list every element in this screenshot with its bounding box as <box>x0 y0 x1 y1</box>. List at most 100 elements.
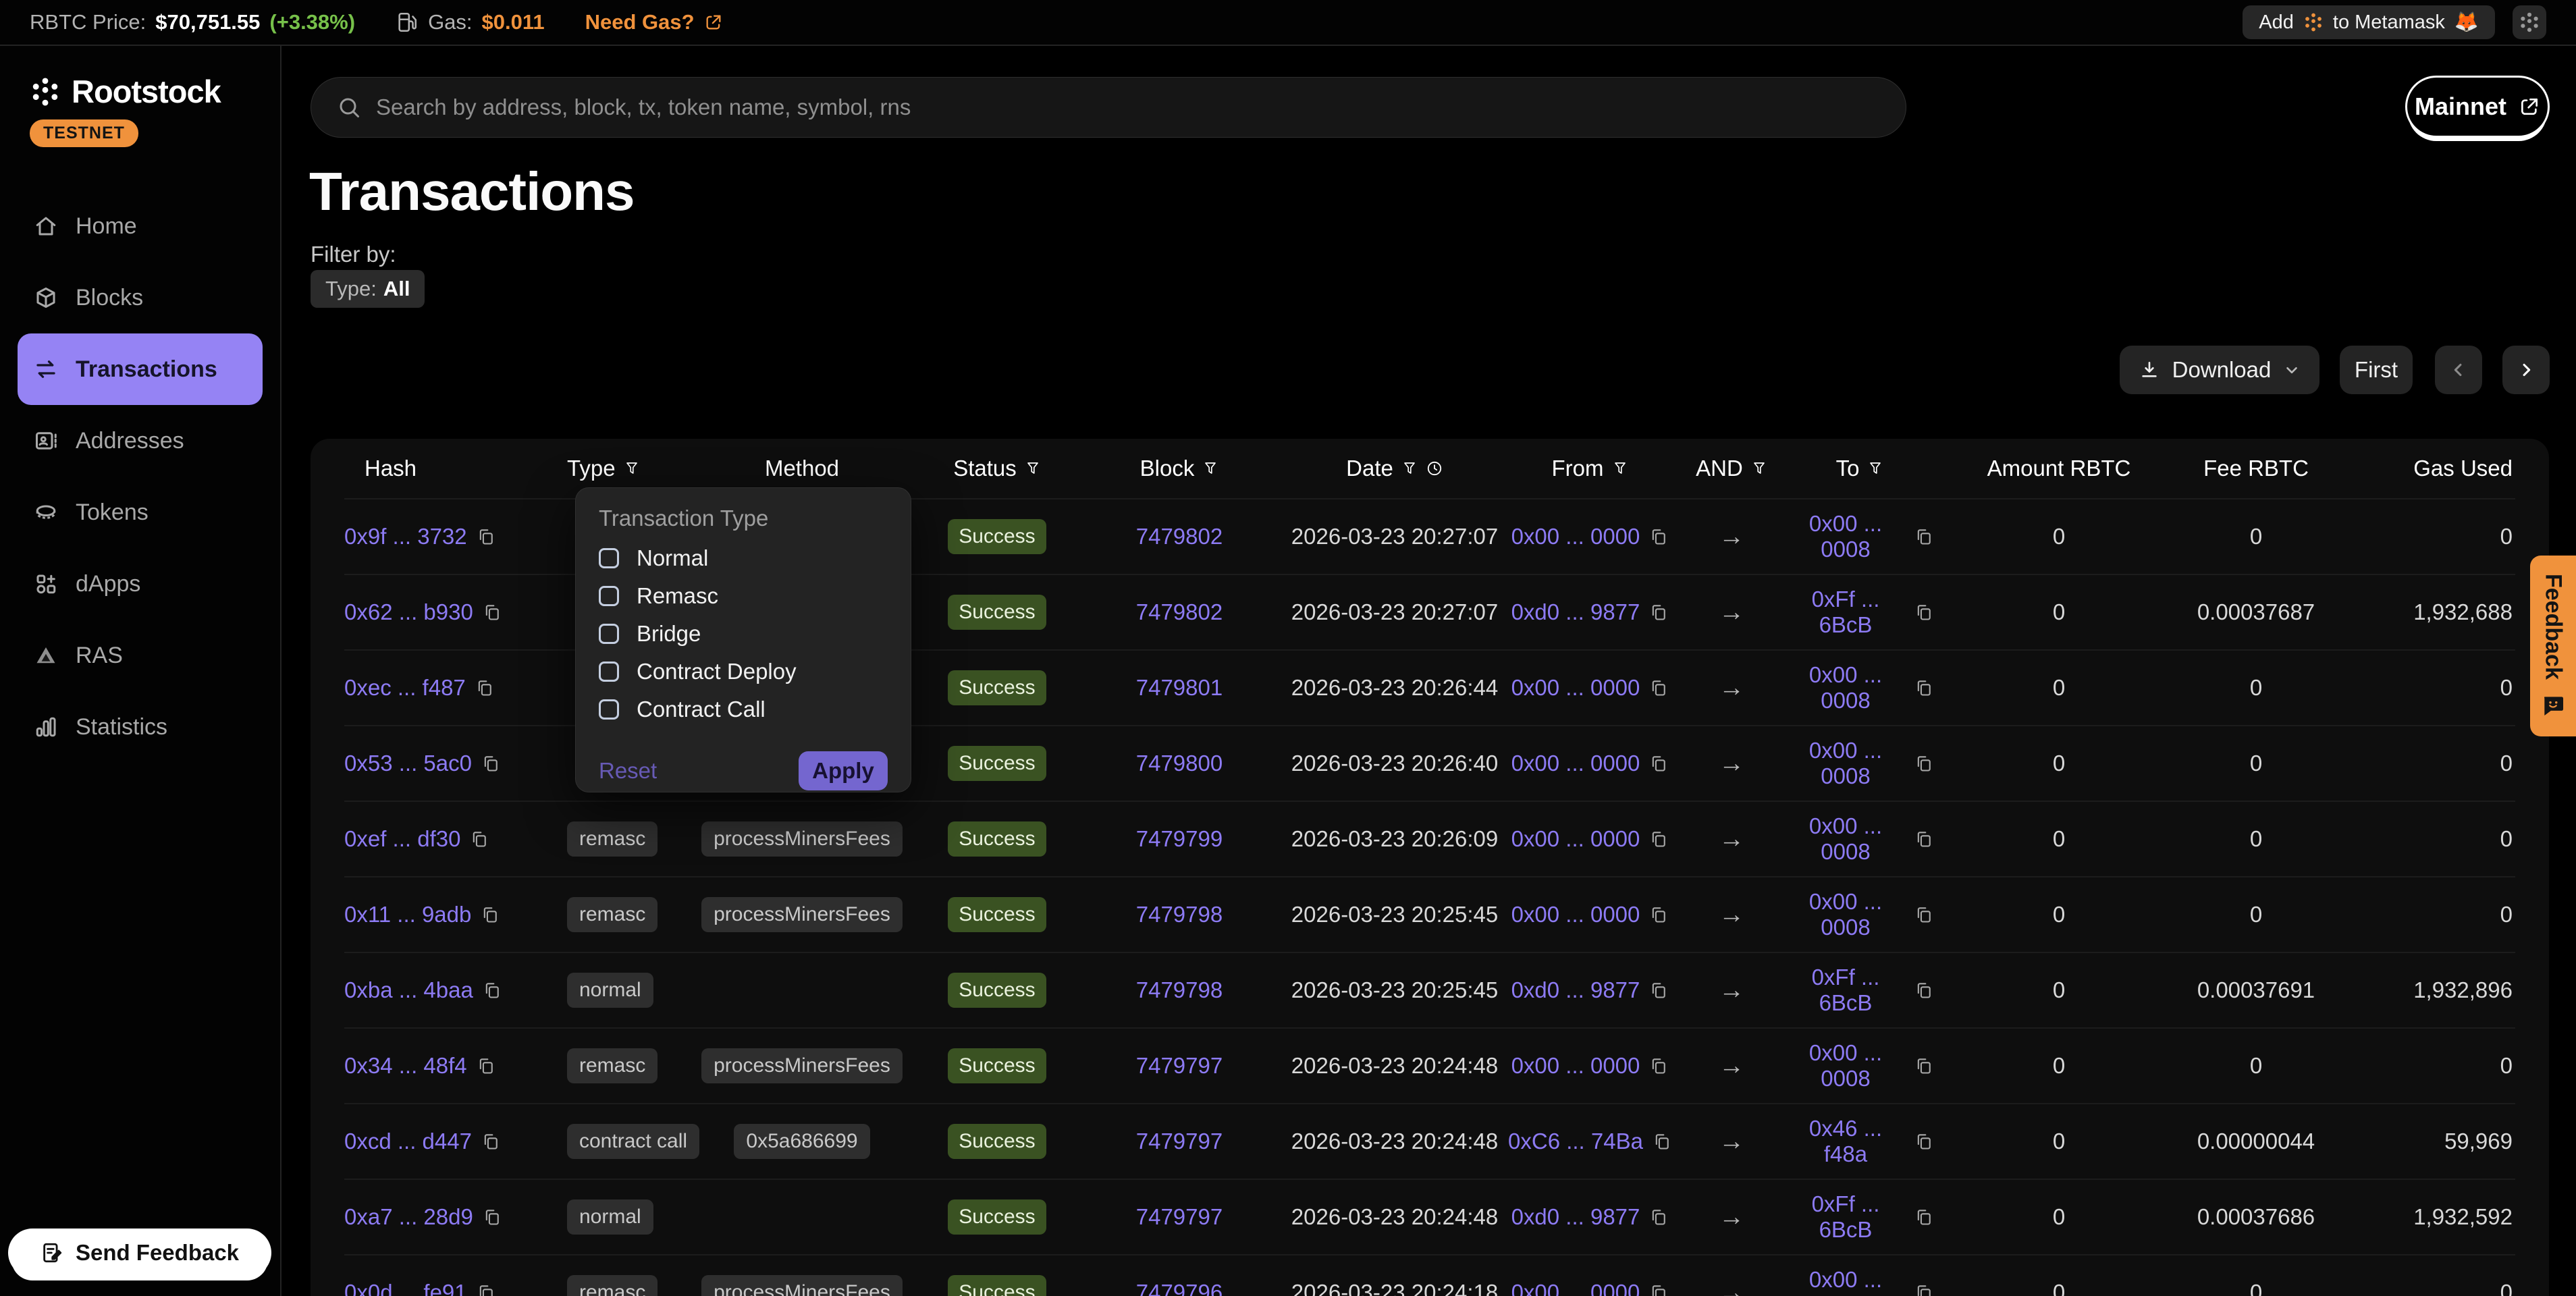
sidebar-item-tokens[interactable]: Tokens <box>18 477 263 548</box>
filter-funnel-icon[interactable] <box>624 460 640 477</box>
search-bar[interactable] <box>311 77 1906 138</box>
filter-funnel-icon[interactable] <box>1401 460 1418 477</box>
from-address-link[interactable]: 0x00 ... 0000 <box>1511 675 1640 701</box>
clock-icon[interactable] <box>1426 460 1443 477</box>
sidebar-item-blocks[interactable]: Blocks <box>18 262 263 333</box>
copy-icon[interactable] <box>477 1282 495 1296</box>
search-input[interactable] <box>376 94 1880 120</box>
copy-icon[interactable] <box>1914 1131 1933 1152</box>
filter-funnel-icon[interactable] <box>1025 460 1041 477</box>
tx-hash-link[interactable]: 0x62 ... b930 <box>344 599 473 625</box>
feedback-tab[interactable]: Feedback <box>2530 556 2576 736</box>
to-address-link[interactable]: 0xFf ... 6BcB <box>1786 965 1905 1016</box>
copy-icon[interactable] <box>1914 1282 1933 1296</box>
filter-funnel-icon[interactable] <box>1202 460 1218 477</box>
from-address-link[interactable]: 0x00 ... 0000 <box>1511 1280 1640 1296</box>
copy-icon[interactable] <box>483 1207 502 1227</box>
sidebar-item-dapps[interactable]: dApps <box>18 548 263 620</box>
mainnet-switch-button[interactable]: Mainnet <box>2405 76 2550 138</box>
option-contract-deploy[interactable]: Contract Deploy <box>599 653 888 691</box>
option-normal[interactable]: Normal <box>599 539 888 577</box>
copy-icon[interactable] <box>1914 829 1933 849</box>
copy-icon[interactable] <box>1653 1131 1671 1152</box>
copy-icon[interactable] <box>1649 980 1668 1000</box>
checkbox[interactable] <box>599 662 619 682</box>
copy-icon[interactable] <box>1649 678 1668 698</box>
tx-hash-link[interactable]: 0x0d ... fe91 <box>344 1280 467 1296</box>
block-link[interactable]: 7479797 <box>1136 1204 1223 1230</box>
block-link[interactable]: 7479799 <box>1136 826 1223 852</box>
copy-icon[interactable] <box>1914 1207 1933 1227</box>
copy-icon[interactable] <box>477 526 495 547</box>
type-filter-chip[interactable]: Type: All <box>311 270 425 308</box>
tx-hash-link[interactable]: 0x34 ... 48f4 <box>344 1053 467 1079</box>
to-address-link[interactable]: 0x00 ... 0008 <box>1786 738 1905 789</box>
copy-icon[interactable] <box>1914 526 1933 547</box>
copy-icon[interactable] <box>483 602 502 622</box>
from-address-link[interactable]: 0xC6 ... 74Ba <box>1508 1129 1643 1154</box>
block-link[interactable]: 7479798 <box>1136 977 1223 1003</box>
sidebar-item-addresses[interactable]: Addresses <box>18 405 263 477</box>
copy-icon[interactable] <box>1649 753 1668 774</box>
apply-button[interactable]: Apply <box>799 751 888 790</box>
copy-icon[interactable] <box>1649 905 1668 925</box>
filter-funnel-icon[interactable] <box>1867 460 1883 477</box>
brand[interactable]: Rootstock <box>30 73 280 110</box>
filter-funnel-icon[interactable] <box>1751 460 1767 477</box>
copy-icon[interactable] <box>483 980 502 1000</box>
copy-icon[interactable] <box>1649 1056 1668 1076</box>
to-address-link[interactable]: 0xFf ... 6BcB <box>1786 1191 1905 1243</box>
from-address-link[interactable]: 0x00 ... 0000 <box>1511 826 1640 852</box>
block-link[interactable]: 7479802 <box>1136 599 1223 625</box>
copy-icon[interactable] <box>1914 678 1933 698</box>
copy-icon[interactable] <box>481 753 500 774</box>
checkbox[interactable] <box>599 624 619 644</box>
add-to-metamask-button[interactable]: Add to Metamask 🦊 <box>2243 5 2495 39</box>
tx-hash-link[interactable]: 0x53 ... 5ac0 <box>344 751 472 776</box>
to-address-link[interactable]: 0xFf ... 6BcB <box>1786 587 1905 638</box>
copy-icon[interactable] <box>475 678 494 698</box>
copy-icon[interactable] <box>1914 1056 1933 1076</box>
to-address-link[interactable]: 0x00 ... 0008 <box>1786 889 1905 940</box>
to-address-link[interactable]: 0x00 ... 0008 <box>1786 813 1905 865</box>
from-address-link[interactable]: 0x00 ... 0000 <box>1511 902 1640 927</box>
from-address-link[interactable]: 0x00 ... 0000 <box>1511 751 1640 776</box>
filter-funnel-icon[interactable] <box>1612 460 1628 477</box>
tx-hash-link[interactable]: 0xba ... 4baa <box>344 977 473 1003</box>
block-link[interactable]: 7479797 <box>1136 1129 1223 1154</box>
copy-icon[interactable] <box>1649 1282 1668 1296</box>
copy-icon[interactable] <box>477 1056 495 1076</box>
from-address-link[interactable]: 0xd0 ... 9877 <box>1511 977 1640 1003</box>
to-address-link[interactable]: 0x00 ... 0008 <box>1786 1267 1905 1296</box>
tx-hash-link[interactable]: 0x9f ... 3732 <box>344 524 467 549</box>
block-link[interactable]: 7479801 <box>1136 675 1223 701</box>
checkbox[interactable] <box>599 586 619 606</box>
option-remasc[interactable]: Remasc <box>599 577 888 615</box>
sidebar-item-transactions[interactable]: Transactions <box>18 333 263 405</box>
reset-button[interactable]: Reset <box>599 758 657 784</box>
first-page-button[interactable]: First <box>2340 346 2413 394</box>
sidebar-item-home[interactable]: Home <box>18 190 263 262</box>
copy-icon[interactable] <box>1649 526 1668 547</box>
copy-icon[interactable] <box>1914 905 1933 925</box>
previous-page-button[interactable] <box>2435 346 2482 394</box>
block-link[interactable]: 7479798 <box>1136 902 1223 927</box>
copy-icon[interactable] <box>1649 829 1668 849</box>
sidebar-item-ras[interactable]: RAS <box>18 620 263 691</box>
copy-icon[interactable] <box>1914 753 1933 774</box>
copy-icon[interactable] <box>481 905 500 925</box>
from-address-link[interactable]: 0xd0 ... 9877 <box>1511 599 1640 625</box>
copy-icon[interactable] <box>1649 1207 1668 1227</box>
option-bridge[interactable]: Bridge <box>599 615 888 653</box>
block-link[interactable]: 7479802 <box>1136 524 1223 549</box>
rootstock-collective-button[interactable] <box>2513 5 2546 39</box>
option-contract-call[interactable]: Contract Call <box>599 691 888 728</box>
from-address-link[interactable]: 0x00 ... 0000 <box>1511 524 1640 549</box>
sidebar-item-statistics[interactable]: Statistics <box>18 691 263 763</box>
copy-icon[interactable] <box>470 829 489 849</box>
to-address-link[interactable]: 0x00 ... 0008 <box>1786 1040 1905 1091</box>
to-address-link[interactable]: 0x46 ... f48a <box>1786 1116 1905 1167</box>
checkbox[interactable] <box>599 548 619 568</box>
next-page-button[interactable] <box>2502 346 2550 394</box>
block-link[interactable]: 7479796 <box>1136 1280 1223 1296</box>
